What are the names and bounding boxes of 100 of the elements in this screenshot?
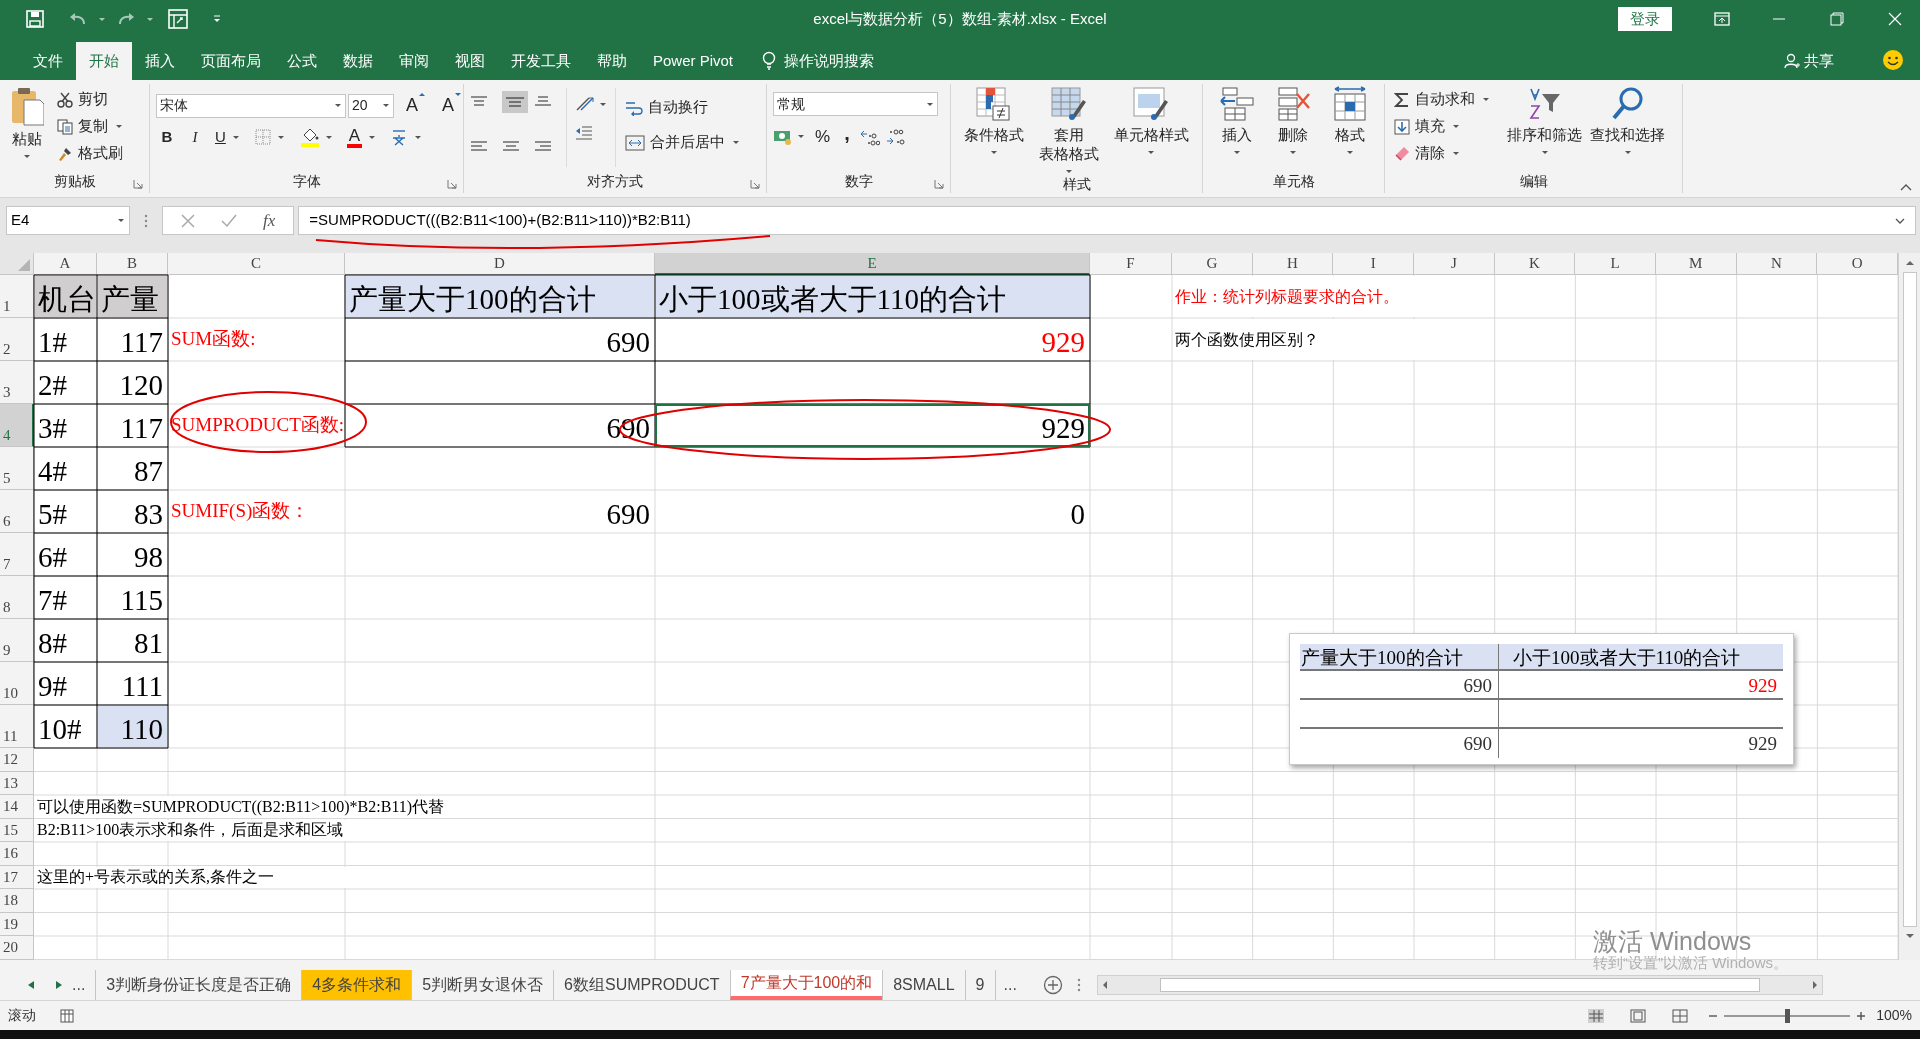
undo-icon[interactable] [68,11,88,27]
row-header[interactable]: 6 [0,490,34,533]
spreadsheet-cell[interactable]: 87 [98,448,167,489]
spreadsheet-cell[interactable]: 4# [35,448,96,489]
row-header[interactable]: 17 [0,865,34,889]
next-sheet-icon[interactable] [56,981,62,989]
dialog-launcher-icon[interactable] [934,179,944,189]
column-header[interactable]: C [168,253,345,275]
horizontal-scrollbar[interactable] [1096,975,1823,995]
styles-button[interactable]: 条件格式 [960,86,1029,174]
spreadsheet-cell[interactable]: 5# [35,491,96,532]
row-header[interactable]: 15 [0,818,34,842]
checkmark-icon[interactable] [221,213,237,228]
row-header[interactable]: 13 [0,771,34,795]
font-size-dropdown[interactable]: 20 [348,93,394,118]
page-break-icon[interactable] [1672,1008,1689,1023]
spreadsheet-cell[interactable]: 111 [98,663,167,704]
currency-button[interactable] [773,128,805,145]
touch-mode-icon[interactable] [168,9,188,29]
row-header[interactable]: 16 [0,842,34,866]
dialog-launcher-icon[interactable] [133,179,143,189]
formula-input[interactable]: =SUMPRODUCT(((B2:B11<100)+(B2:B11>110))*B2:B11) [298,206,1916,235]
customize-toolbar-icon[interactable] [212,15,222,23]
spreadsheet-cell[interactable]: SUMPRODUCT函数: [169,405,344,446]
spreadsheet-cell[interactable]: 机台 [35,276,96,317]
row-header[interactable]: 7 [0,533,34,576]
spreadsheet-cell[interactable]: 6# [35,534,96,575]
spreadsheet-cell[interactable]: 2# [35,362,96,403]
spreadsheet-cell[interactable]: 3# [35,405,96,446]
ribbon-tab[interactable]: 开始 [76,42,132,80]
merge-center-button[interactable]: 合并后居中 [622,129,743,156]
new-sheet-icon[interactable] [1042,975,1063,995]
ribbon-tab[interactable]: 数据 [330,42,386,80]
more-options-icon[interactable] [144,213,148,228]
column-header[interactable]: A [34,253,97,275]
more-options-icon[interactable] [1076,978,1081,992]
spreadsheet-cell[interactable]: SUM函数: [169,319,344,360]
normal-view-icon[interactable] [1588,1008,1605,1023]
column-header[interactable]: J [1413,253,1495,275]
spreadsheet-cell[interactable]: 120 [98,362,167,403]
column-header[interactable]: F [1090,253,1172,275]
column-header[interactable]: O [1817,253,1898,275]
ribbon-tab[interactable]: 公式 [274,42,330,80]
row-header[interactable]: 10 [0,662,34,705]
spreadsheet-cell[interactable]: 929 [656,405,1089,446]
dialog-launcher-icon[interactable] [447,179,457,189]
orientation-button[interactable] [575,96,607,112]
tell-me-search[interactable]: 操作说明搜索 [762,42,875,80]
spreadsheet-cell[interactable]: 1# [35,319,96,360]
sheet-tab[interactable]: 4多条件求和 [301,970,412,1000]
column-header[interactable]: H [1252,253,1334,275]
spreadsheet-cell[interactable]: 115 [98,577,167,618]
find-select-button[interactable]: 查找和选择 [1586,86,1669,169]
column-header[interactable]: D [345,253,655,275]
share-button[interactable]: 共享 [1784,42,1834,80]
spreadsheet-cell[interactable]: 8# [35,620,96,661]
column-header[interactable]: K [1494,253,1576,275]
grow-font-button[interactable]: A [402,92,430,119]
column-header[interactable]: E [655,253,1090,275]
spreadsheet-cell[interactable]: 690 [346,319,654,360]
row-header[interactable]: 3 [0,361,34,404]
spreadsheet-cell[interactable]: 83 [98,491,167,532]
ribbon-tab[interactable]: 页面布局 [188,42,274,80]
autosum-button[interactable]: 自动求和 [1391,86,1493,113]
row-header[interactable]: 1 [0,275,34,318]
spreadsheet-cell[interactable]: 690 [346,491,654,532]
dialog-launcher-icon[interactable] [750,179,760,189]
row-header[interactable]: 18 [0,889,34,913]
redo-icon[interactable] [116,11,136,27]
sign-in-button[interactable]: 登录 [1618,7,1672,31]
shrink-font-button[interactable]: A [438,92,467,119]
fill-button[interactable]: 填充 [1391,113,1493,140]
format-painter-button[interactable]: 格式刷 [54,140,126,167]
save-icon[interactable] [26,10,44,28]
spreadsheet-cell[interactable]: 929 [656,319,1089,360]
column-header[interactable]: L [1575,253,1656,275]
ribbon-tab[interactable]: 开发工具 [498,42,584,80]
column-header[interactable]: M [1655,253,1737,275]
row-header[interactable]: 12 [0,748,34,772]
name-box[interactable]: E4 [6,206,130,235]
column-header[interactable]: B [97,253,168,275]
bold-button[interactable]: B [156,125,178,149]
ribbon-display-icon[interactable] [1714,12,1730,26]
spreadsheet-cell[interactable]: 产量大于100的合计 [346,276,654,317]
wrap-text-button[interactable]: 自动换行 [622,94,743,121]
spreadsheet-cell[interactable]: 10# [35,706,96,747]
cells-button[interactable]: 插入 [1215,86,1260,169]
row-header[interactable]: 20 [0,936,34,960]
spreadsheet-cell[interactable]: 7# [35,577,96,618]
sheet-tab[interactable]: 7产量大于100的和 [729,970,883,1000]
spreadsheet-cell[interactable]: 81 [98,620,167,661]
spreadsheet-cell[interactable]: 小于100或者大于110的合计 [656,276,1089,317]
spreadsheet-cell[interactable]: SUMIF(S)函数： [169,491,344,532]
cancel-icon[interactable] [181,213,195,228]
ribbon-tab[interactable]: 帮助 [584,42,640,80]
spreadsheet-cell[interactable]: 0 [656,491,1089,532]
spreadsheet-cell[interactable]: 9# [35,663,96,704]
number-format-dropdown[interactable]: 常规 [773,92,938,116]
close-icon[interactable] [1888,12,1902,26]
copy-button[interactable]: 复制 [54,113,126,140]
